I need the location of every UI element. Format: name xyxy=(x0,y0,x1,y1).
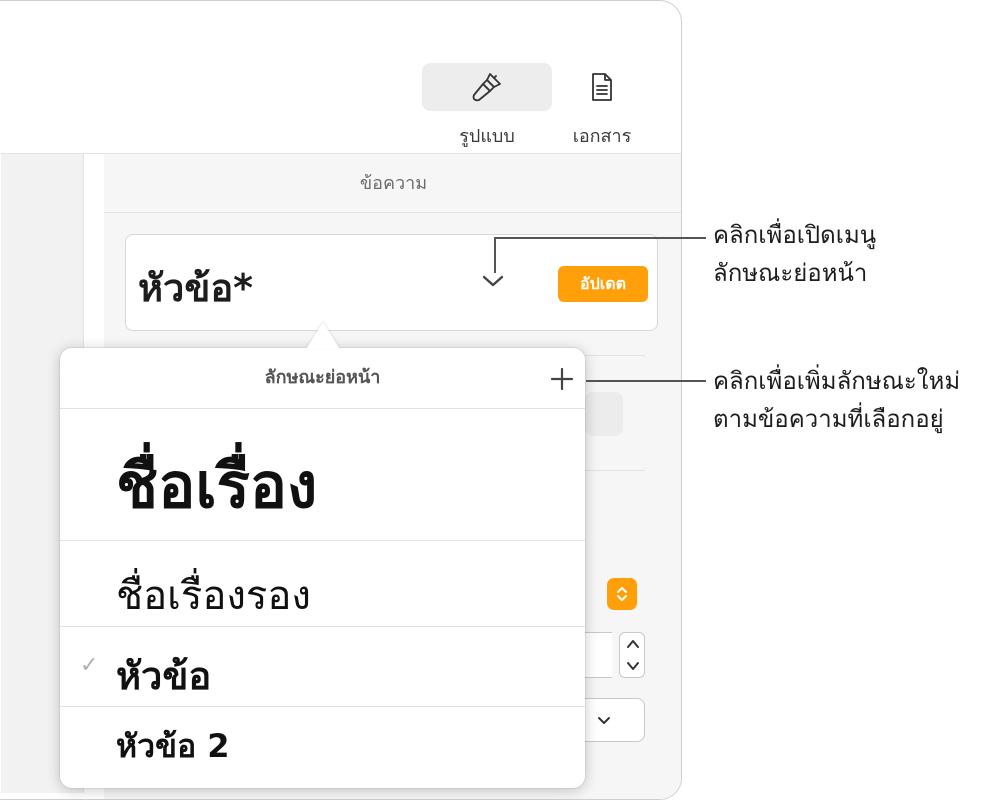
callout-add-style: คลิกเพื่อเพิ่มลักษณะใหม่ ตามข้อความที่เล… xyxy=(713,362,960,438)
paragraph-style-selector[interactable]: หัวข้อ* อัปเดต xyxy=(125,234,658,331)
callout-open-menu: คลิกเพื่อเปิดเมนู ลักษณะย่อหน้า xyxy=(713,216,876,292)
style-item-heading[interactable]: ✓ หัวข้อ xyxy=(60,626,585,706)
style-item-label: หัวข้อ 2 xyxy=(116,727,230,765)
sidebar-divider xyxy=(585,355,645,356)
callout-leader xyxy=(586,380,706,382)
format-label: รูปแบบ xyxy=(459,126,515,147)
callout-line-2: ตามข้อความที่เลือกอยู่ xyxy=(713,405,944,433)
style-item-heading-2[interactable]: หัวข้อ 2 xyxy=(60,706,585,788)
add-style-button[interactable] xyxy=(547,364,577,394)
callout-leader xyxy=(494,237,706,239)
stepper-down-icon[interactable] xyxy=(626,660,640,672)
sidebar-divider xyxy=(585,470,645,471)
font-size-stepper[interactable] xyxy=(619,632,645,678)
update-style-button[interactable]: อัปเดต xyxy=(558,266,648,302)
style-item-label: ชื่อเรื่องรอง xyxy=(116,573,311,619)
document-label: เอกสาร xyxy=(572,126,632,147)
callout-line-1: คลิกเพื่อเพิ่มลักษณะใหม่ xyxy=(713,367,961,395)
document-button[interactable] xyxy=(537,63,667,111)
style-item-subtitle[interactable]: ชื่อเรื่องรอง xyxy=(60,540,585,626)
popover-arrow xyxy=(306,322,340,349)
font-control[interactable] xyxy=(585,392,623,436)
up-down-chevron-icon xyxy=(617,587,627,601)
style-item-label: หัวข้อ xyxy=(116,654,212,698)
callout-line-2: ลักษณะย่อหน้า xyxy=(713,259,868,287)
callout-leader xyxy=(494,237,496,273)
stepper-up-icon[interactable] xyxy=(626,638,640,650)
sidebar-divider xyxy=(104,212,681,213)
current-style-name: หัวข้อ* xyxy=(138,266,254,310)
sidebar-section-title: ข้อความ xyxy=(359,173,428,194)
format-button[interactable] xyxy=(422,63,552,111)
text-options-select[interactable] xyxy=(575,698,645,742)
style-item-title[interactable]: ชื่อเรื่อง xyxy=(60,408,585,540)
chevron-down-icon xyxy=(598,717,610,724)
chevron-down-icon[interactable] xyxy=(481,273,505,289)
callout-line-1: คลิกเพื่อเปิดเมนู xyxy=(713,221,877,249)
paintbrush-icon xyxy=(472,73,501,102)
checkmark-icon: ✓ xyxy=(80,653,99,678)
document-icon xyxy=(592,73,612,101)
font-style-popup-button[interactable] xyxy=(607,578,637,610)
paragraph-styles-popover: ลักษณะย่อหน้า ชื่อเรื่อง ชื่อเรื่องรอง ✓… xyxy=(60,348,585,788)
popover-title: ลักษณะย่อหน้า xyxy=(264,367,381,388)
style-item-label: ชื่อเรื่อง xyxy=(116,449,318,522)
